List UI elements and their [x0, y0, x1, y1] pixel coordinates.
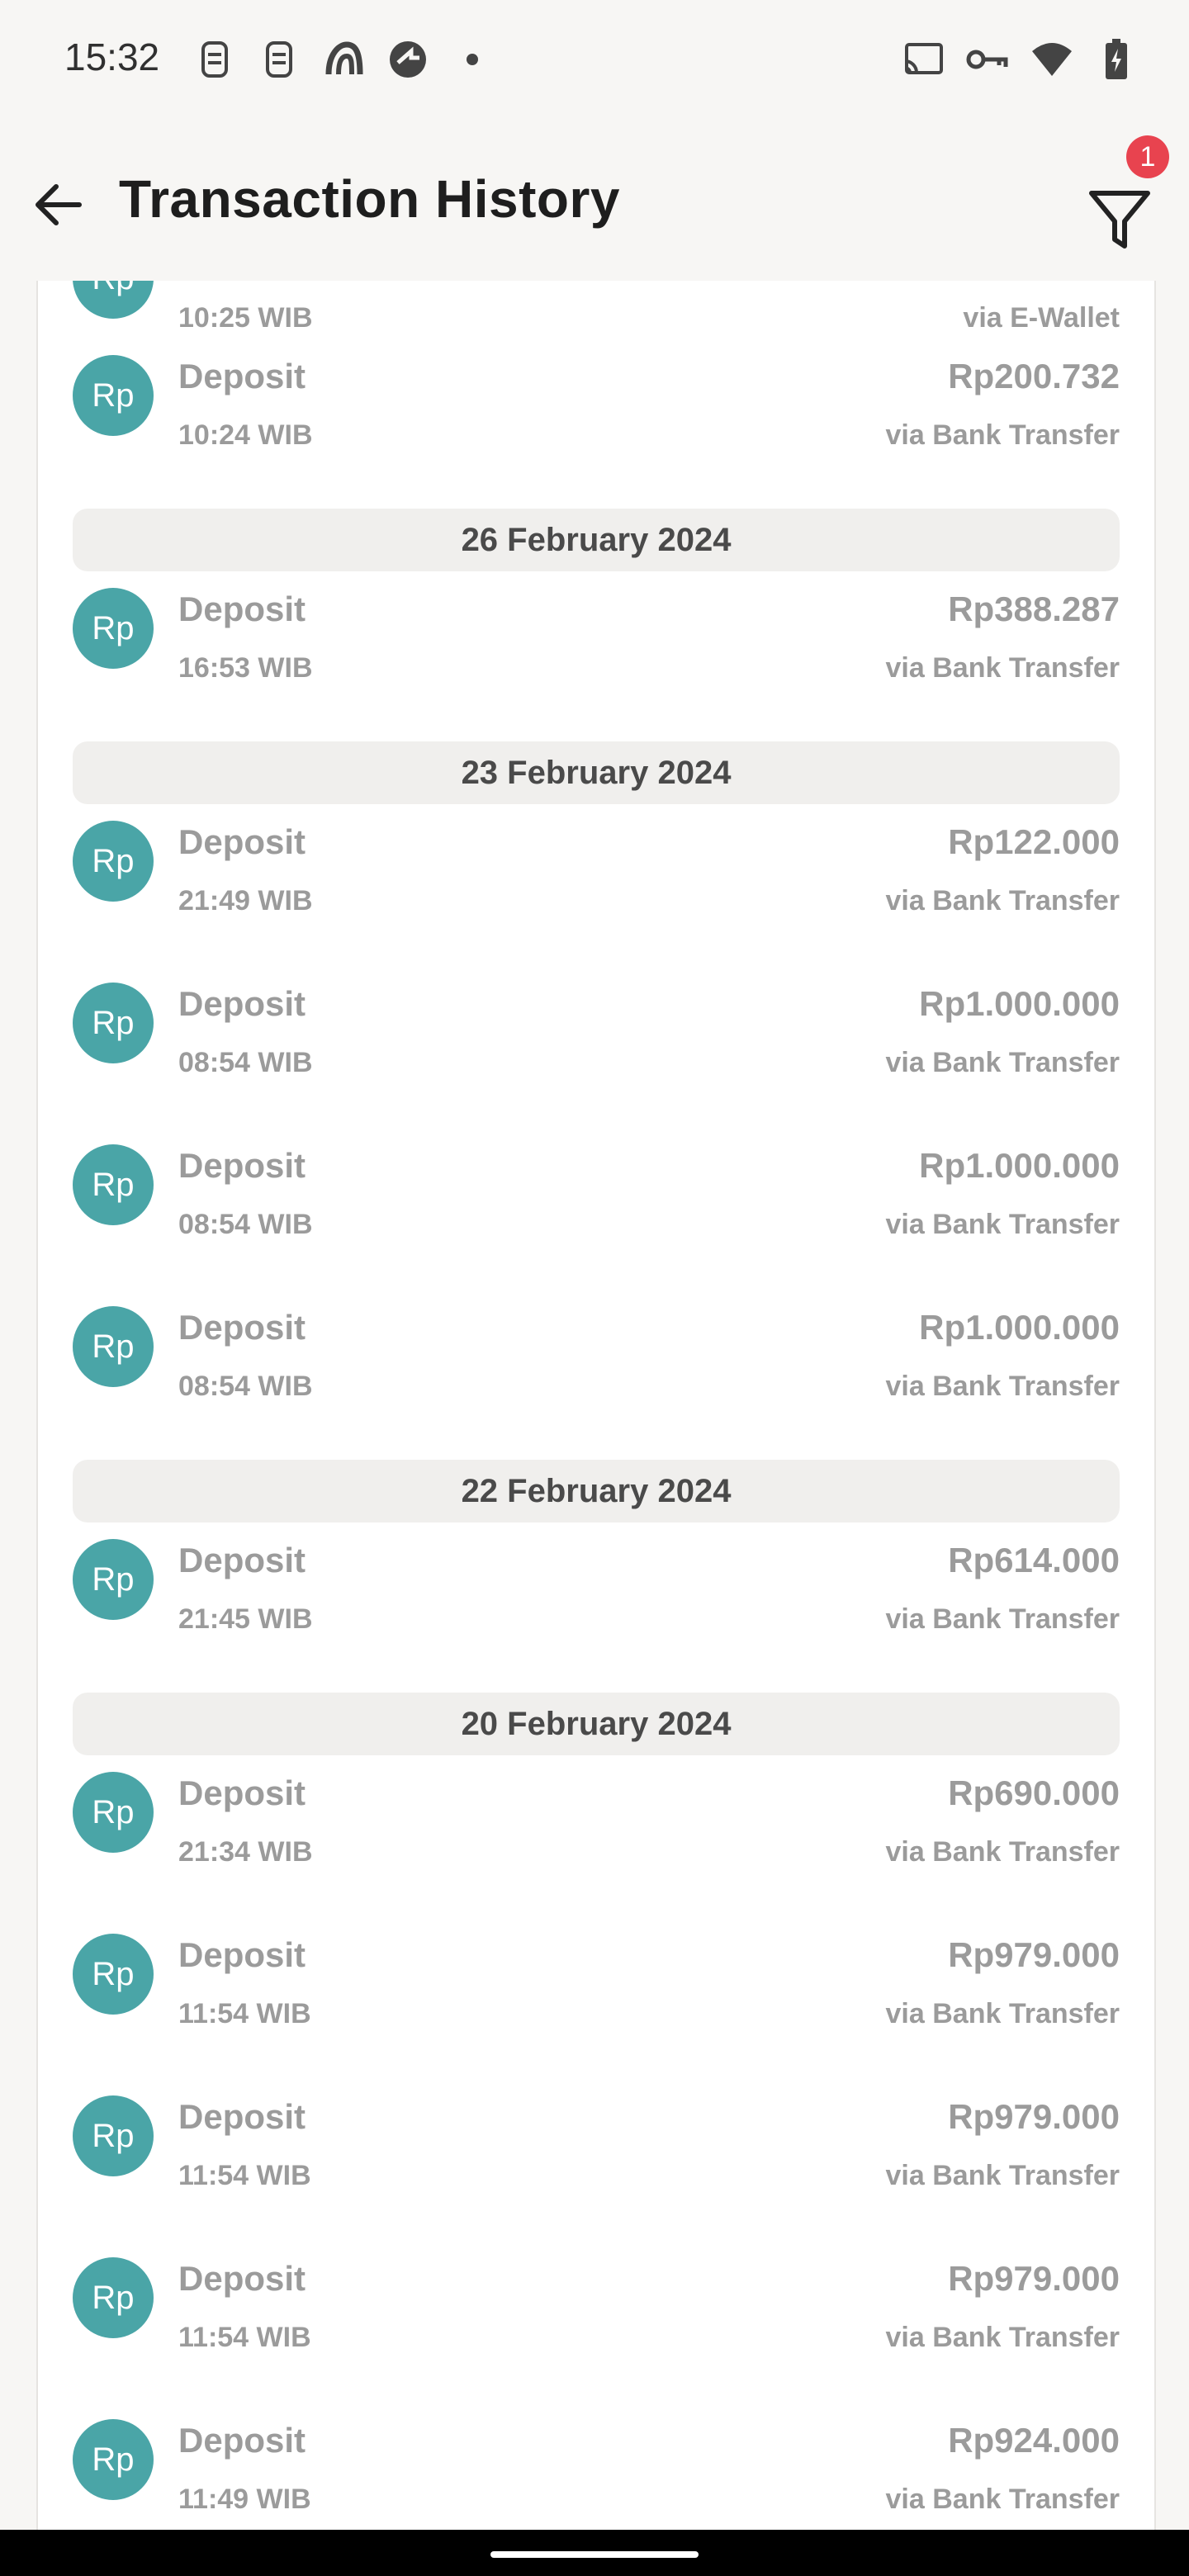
app-bar: Transaction History [0, 124, 1189, 281]
sim-icon [256, 36, 302, 83]
transaction-time: 11:54 WIB [178, 2322, 311, 2353]
transaction-method: via Bank Transfer [885, 2322, 1120, 2353]
transaction-type: Deposit [178, 357, 306, 395]
transaction-type: Deposit [178, 590, 306, 628]
transaction-row[interactable]: Rp Deposit 21:49 WIB Rp122.000 via Bank Tran… [38, 781, 1154, 943]
notification-icons [192, 36, 495, 83]
transaction-type: Deposit [178, 1146, 306, 1185]
vpn-key-icon [964, 36, 1011, 83]
transaction-amount: Rp1.000.000 [919, 1308, 1120, 1347]
battery-icon [1093, 36, 1139, 83]
transaction-amount: Rp924.000 [948, 2421, 1120, 2460]
transaction-method: via Bank Transfer [885, 1209, 1120, 1240]
transaction-time: 21:45 WIB [178, 1603, 313, 1635]
page-title: Transaction History [119, 169, 620, 229]
app-icon [385, 36, 431, 83]
transaction-row[interactable]: Rp Deposit 10:24 WIB Rp200.732 via Bank Tran… [38, 315, 1154, 477]
rupiah-avatar-icon: Rp [73, 1539, 154, 1620]
transaction-time: 10:24 WIB [178, 419, 313, 451]
transaction-amount: Rp122.000 [948, 822, 1120, 861]
rupiah-avatar-icon: Rp [73, 1934, 154, 2015]
transaction-row[interactable]: Rp Deposit 11:49 WIB Rp924.000 via Bank Tran… [38, 2379, 1154, 2530]
transaction-type: Deposit [178, 2421, 306, 2460]
rupiah-avatar-icon: Rp [73, 2419, 154, 2500]
wifi-icon [1029, 36, 1075, 83]
transaction-row[interactable]: Rp Deposit 08:54 WIB Rp1.000.000 via Bank Tr… [38, 1105, 1154, 1267]
transaction-method: via Bank Transfer [885, 1371, 1120, 1402]
filter-count-badge: 1 [1126, 135, 1169, 178]
rupiah-avatar-icon: Rp [73, 355, 154, 436]
dot-icon [449, 36, 495, 83]
rupiah-avatar-icon: Rp [73, 983, 154, 1063]
transaction-type: Deposit [178, 822, 306, 861]
transaction-row[interactable]: Rp Deposit 21:34 WIB Rp690.000 via Bank Tran… [38, 1732, 1154, 1894]
transaction-time: 08:54 WIB [178, 1047, 313, 1078]
filter-icon [1089, 191, 1150, 249]
transaction-row[interactable]: Rp Deposit 11:54 WIB Rp979.000 via Bank Tran… [38, 2056, 1154, 2218]
rupiah-avatar-icon: Rp [73, 1306, 154, 1387]
transaction-time: 21:34 WIB [178, 1836, 313, 1868]
transaction-method: via Bank Transfer [885, 1603, 1120, 1635]
transaction-amount: Rp979.000 [948, 2097, 1120, 2136]
transaction-type: Deposit [178, 1541, 306, 1579]
transaction-amount: Rp690.000 [948, 1773, 1120, 1812]
app-icon [320, 36, 367, 83]
transaction-row[interactable]: Rp Deposit 08:54 WIB Rp1.000.000 via Bank Tr… [38, 943, 1154, 1105]
status-bar: 15:32 [0, 0, 1189, 124]
transaction-method: via Bank Transfer [885, 1047, 1120, 1078]
rupiah-avatar-icon: Rp [73, 2257, 154, 2338]
arrow-left-icon [36, 184, 82, 225]
transaction-amount: Rp1.000.000 [919, 1146, 1120, 1185]
transaction-type: Deposit [178, 2097, 306, 2136]
rupiah-avatar-icon: Rp [73, 821, 154, 902]
transaction-row[interactable]: Rp Deposit 11:54 WIB Rp979.000 via Bank Tran… [38, 1894, 1154, 2056]
transaction-time: 08:54 WIB [178, 1209, 313, 1240]
transaction-amount: Rp979.000 [948, 2259, 1120, 2298]
transaction-amount: Rp614.000 [948, 1541, 1120, 1579]
home-gesture-handle[interactable] [490, 2551, 699, 2558]
transaction-type: Deposit [178, 984, 306, 1023]
transaction-time: 11:49 WIB [178, 2484, 311, 2515]
transaction-type: Deposit [178, 1935, 306, 1974]
transaction-method: via Bank Transfer [885, 652, 1120, 684]
sim-icon [192, 36, 238, 83]
transaction-type: Deposit [178, 2259, 306, 2298]
navigation-bar [0, 2530, 1189, 2576]
rupiah-avatar-icon: Rp [73, 588, 154, 669]
transaction-row[interactable]: Rp Deposit 16:53 WIB Rp388.287 via Bank Tran… [38, 548, 1154, 710]
transaction-method: via Bank Transfer [885, 2160, 1120, 2191]
rupiah-avatar-icon: Rp [73, 1772, 154, 1853]
transaction-time: 11:54 WIB [178, 1998, 311, 2029]
transaction-row[interactable]: Rp Deposit 08:54 WIB Rp1.000.000 via Bank Tr… [38, 1267, 1154, 1428]
cast-icon [900, 36, 946, 83]
transaction-time: 11:54 WIB [178, 2160, 311, 2191]
back-button[interactable] [25, 172, 91, 238]
transaction-method: via Bank Transfer [885, 419, 1120, 451]
system-icons [900, 36, 1139, 83]
transaction-list[interactable]: Rp 10:25 WIB via E-Wallet RpDeposit10:24… [36, 281, 1156, 2530]
transaction-type: Deposit [178, 1773, 306, 1812]
transaction-method: via Bank Transfer [885, 1998, 1120, 2029]
transaction-time: 21:49 WIB [178, 885, 313, 916]
rupiah-avatar-icon: Rp [73, 1144, 154, 1225]
transaction-amount: Rp979.000 [948, 1935, 1120, 1974]
transaction-type: Deposit [178, 1308, 306, 1347]
transaction-method: via Bank Transfer [885, 2484, 1120, 2515]
transaction-amount: Rp1.000.000 [919, 984, 1120, 1023]
status-time: 15:32 [64, 36, 160, 78]
transaction-method: via Bank Transfer [885, 1836, 1120, 1868]
rupiah-avatar-icon: Rp [73, 2095, 154, 2176]
transaction-amount: Rp200.732 [948, 357, 1120, 395]
transaction-amount: Rp388.287 [948, 590, 1120, 628]
transaction-row[interactable]: Rp Deposit 11:54 WIB Rp979.000 via Bank Tran… [38, 2218, 1154, 2379]
transaction-time: 08:54 WIB [178, 1371, 313, 1402]
rupiah-avatar-icon: Rp [73, 281, 154, 319]
transaction-time: 16:53 WIB [178, 652, 313, 684]
transaction-row[interactable]: Rp Deposit 21:45 WIB Rp614.000 via Bank Tran… [38, 1499, 1154, 1661]
transaction-method: via Bank Transfer [885, 885, 1120, 916]
